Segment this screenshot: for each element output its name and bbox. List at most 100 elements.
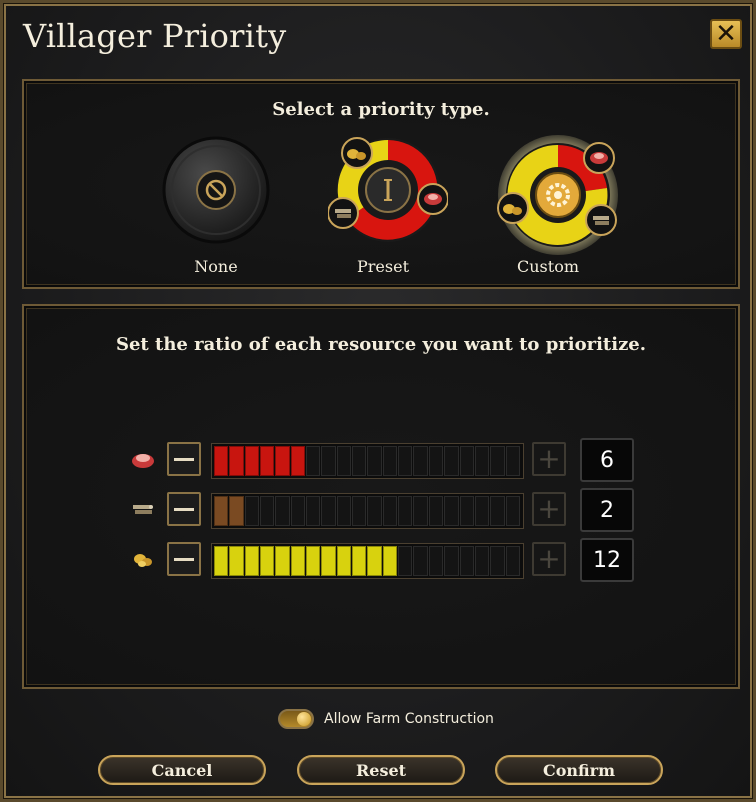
ratio-segment-filled (321, 546, 336, 576)
gold-nuggets-icon (134, 554, 152, 567)
ratio-segment-empty (459, 496, 474, 526)
ratio-segment-empty (505, 446, 520, 476)
ratio-segment-empty (336, 496, 352, 526)
ratio-segment-filled (229, 446, 244, 476)
resource-row-gold: + 12 (124, 538, 644, 582)
plus-icon: + (537, 442, 561, 475)
gear-icon (497, 135, 618, 255)
decrease-gold-button[interactable] (167, 542, 201, 576)
ratio-segment-empty (260, 496, 275, 526)
ratio-segment-filled (382, 546, 398, 576)
ratio-segment-filled (275, 546, 290, 576)
ratio-segment-empty (413, 496, 428, 526)
ratio-segment-empty (474, 546, 490, 576)
ratio-segment-empty (352, 446, 367, 476)
priority-option-label: Preset (357, 257, 409, 276)
ratio-segment-filled (214, 546, 229, 576)
ratio-segment-filled (367, 546, 382, 576)
ratio-segment-empty (428, 496, 444, 526)
ratio-segment-filled (244, 546, 260, 576)
allow-farm-construction-label: Allow Farm Construction (324, 711, 494, 727)
allow-farm-construction-toggle[interactable] (278, 709, 314, 729)
food-count: 6 (580, 438, 634, 482)
cancel-button[interactable]: Cancel (98, 755, 266, 785)
increase-food-button[interactable]: + (532, 442, 566, 476)
increase-wood-button[interactable]: + (532, 492, 566, 526)
ratio-segment-empty (474, 446, 490, 476)
plus-icon: + (537, 542, 561, 575)
ratio-segment-empty (505, 546, 520, 576)
gold-ratio-bar (211, 543, 524, 579)
ratio-segment-empty (306, 496, 321, 526)
ratio-segment-empty (398, 446, 413, 476)
priority-type-heading: Select a priority type. (272, 99, 490, 120)
ratio-segment-empty (367, 446, 382, 476)
ratio-segment-filled (229, 546, 244, 576)
ratio-segment-empty (474, 496, 490, 526)
ratio-segment-filled (352, 546, 367, 576)
ratio-segment-empty (444, 546, 459, 576)
wood-logs-icon (133, 505, 153, 514)
ratio-segment-empty (244, 496, 260, 526)
ratio-segment-filled (290, 446, 306, 476)
minus-icon (174, 507, 194, 511)
wood-count: 2 (580, 488, 634, 532)
priority-option-label: None (194, 257, 238, 276)
ratio-segment-empty (428, 546, 444, 576)
ratio-segment-filled (214, 446, 229, 476)
ratio-segment-empty (398, 546, 413, 576)
disabled-icon (162, 136, 270, 244)
ratio-segment-empty (444, 446, 459, 476)
close-icon: ✕ (715, 19, 737, 49)
ratio-segment-filled (229, 496, 244, 526)
allow-farm-construction-row: Allow Farm Construction (278, 709, 494, 729)
priority-option-custom[interactable]: Custom (483, 135, 618, 276)
minus-icon (174, 557, 194, 561)
priority-option-label: Custom (517, 257, 579, 276)
increase-gold-button[interactable]: + (532, 542, 566, 576)
ratio-segment-filled (336, 546, 352, 576)
ratio-segment-empty (290, 496, 306, 526)
ratio-segment-empty (459, 446, 474, 476)
ratio-segment-filled (275, 446, 290, 476)
ratio-segment-empty (490, 546, 505, 576)
reset-button[interactable]: Reset (297, 755, 465, 785)
decrease-wood-button[interactable] (167, 492, 201, 526)
close-button[interactable]: ✕ (710, 19, 742, 49)
roman-numeral-one-icon (327, 137, 449, 242)
ratio-segment-empty (382, 446, 398, 476)
decrease-food-button[interactable] (167, 442, 201, 476)
plus-icon: + (537, 492, 561, 525)
meat-icon (132, 454, 154, 468)
ratio-segment-empty (505, 496, 520, 526)
priority-wheel-preset (327, 135, 449, 245)
ratio-segment-empty (428, 446, 444, 476)
priority-option-none[interactable]: None (151, 135, 281, 276)
resource-row-wood: + 2 (124, 488, 644, 532)
ratio-segment-empty (459, 546, 474, 576)
ratio-heading: Set the ratio of each resource you want … (115, 334, 647, 355)
priority-type-panel: Select a priority type. None Preset Cust… (22, 79, 740, 289)
resource-ratio-panel: Set the ratio of each resource you want … (22, 304, 740, 689)
confirm-button[interactable]: Confirm (495, 755, 663, 785)
ratio-segment-filled (244, 446, 260, 476)
ratio-segment-empty (336, 446, 352, 476)
ratio-segment-empty (490, 446, 505, 476)
priority-option-preset[interactable]: Preset (318, 135, 449, 276)
ratio-segment-filled (306, 546, 321, 576)
ratio-segment-empty (306, 446, 321, 476)
ratio-segment-empty (382, 496, 398, 526)
minus-icon (174, 457, 194, 461)
toggle-knob (297, 712, 311, 726)
dialog-title: Villager Priority (23, 17, 287, 55)
ratio-segment-filled (260, 546, 275, 576)
ratio-segment-empty (367, 496, 382, 526)
food-ratio-bar (211, 443, 524, 479)
ratio-segment-filled (290, 546, 306, 576)
gold-count: 12 (580, 538, 634, 582)
ratio-segment-empty (444, 496, 459, 526)
ratio-segment-empty (398, 496, 413, 526)
wood-ratio-bar (211, 493, 524, 529)
ratio-segment-filled (260, 446, 275, 476)
ratio-segment-empty (321, 446, 336, 476)
